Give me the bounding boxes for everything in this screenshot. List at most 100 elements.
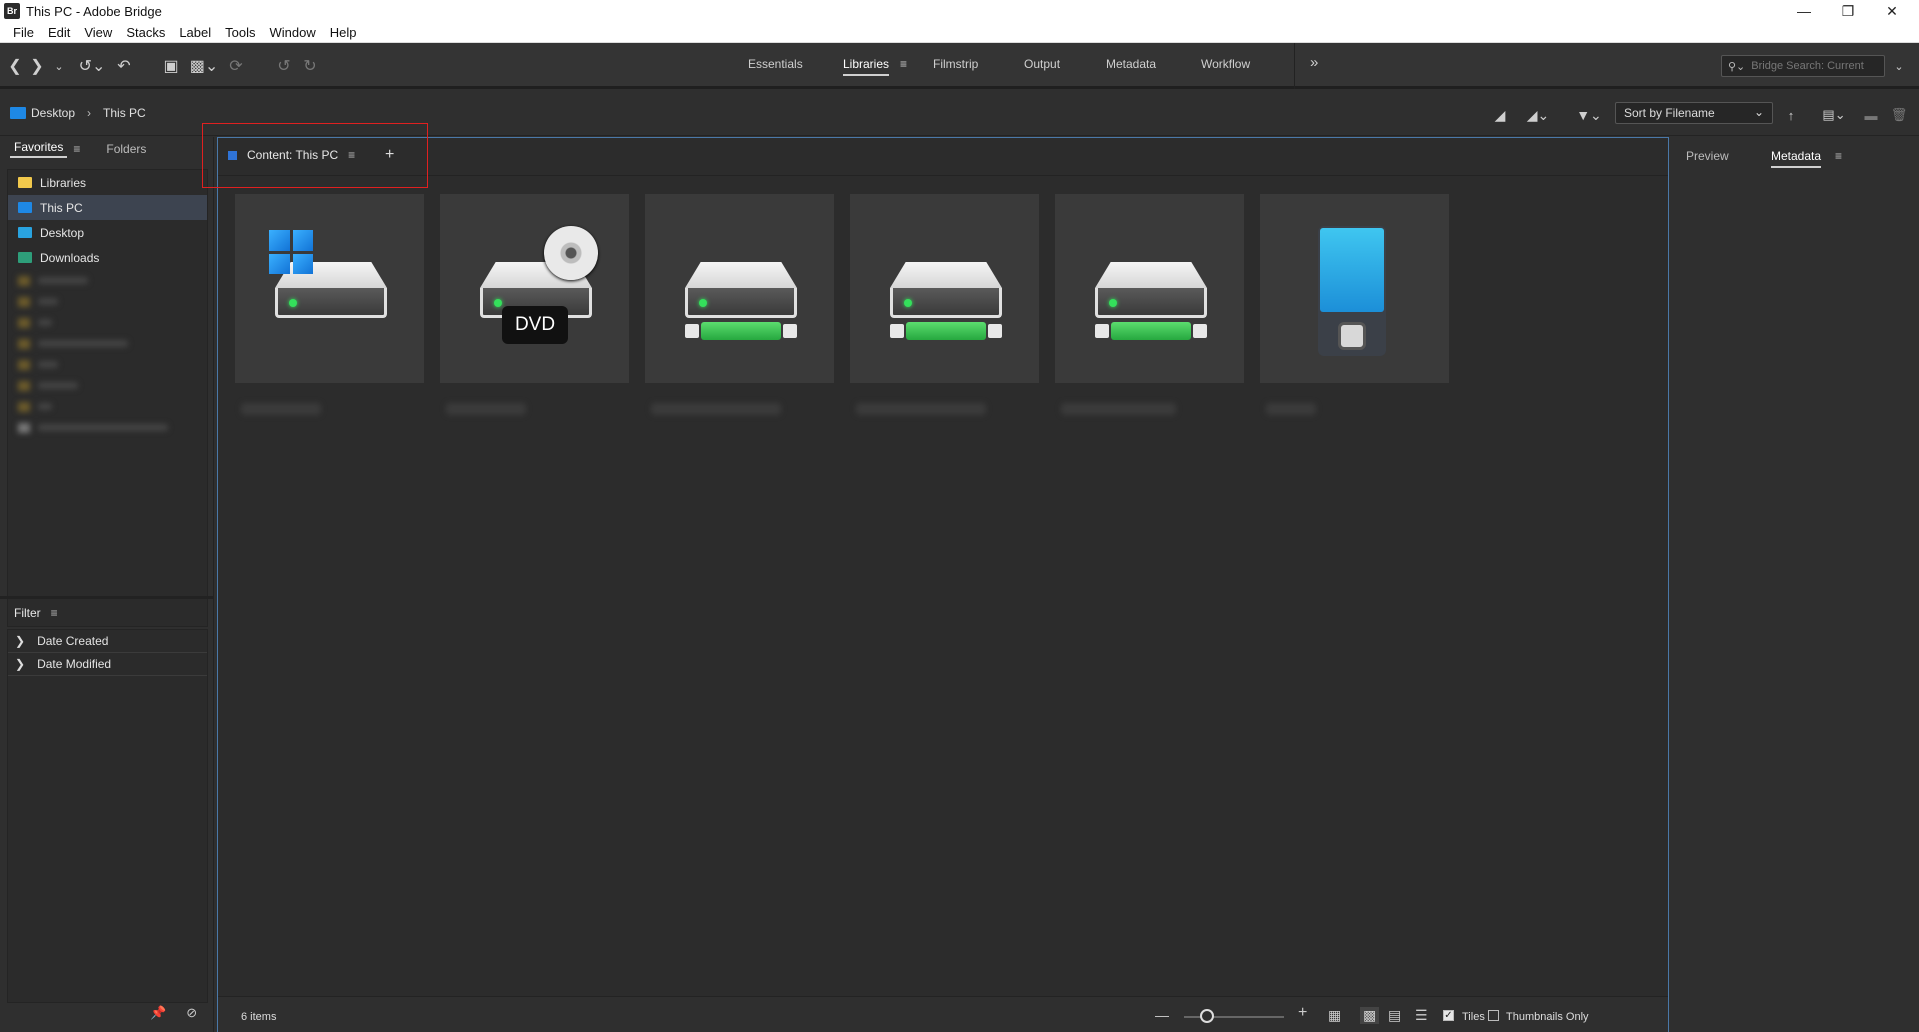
open-recent-icon[interactable]: ▤⌄ xyxy=(1818,104,1850,126)
recent-dropdown-icon[interactable]: ⌄ xyxy=(52,55,66,77)
menu-file[interactable]: File xyxy=(6,25,41,40)
content-tab-menu-icon[interactable]: ≡ xyxy=(348,148,355,162)
menu-view[interactable]: View xyxy=(77,25,119,40)
workspace-metadata[interactable]: Metadata xyxy=(1106,57,1156,71)
workspace-essentials[interactable]: Essentials xyxy=(748,57,803,71)
quality-icon[interactable]: ◢ xyxy=(1490,104,1510,126)
tab-content-this-pc[interactable]: Content: This PC ≡ xyxy=(228,148,355,162)
favorite-desktop[interactable]: Desktop xyxy=(8,220,207,245)
tab-folders[interactable]: Folders xyxy=(102,142,150,156)
menu-label[interactable]: Label xyxy=(172,25,218,40)
filter-date-created[interactable]: ❯ Date Created xyxy=(8,630,207,653)
favorite-libraries[interactable]: Libraries xyxy=(8,170,207,195)
rotate-right-icon[interactable]: ↻ xyxy=(300,55,320,77)
desktop-icon xyxy=(18,227,32,238)
filter-list: ❯ Date Created ❯ Date Modified xyxy=(7,629,208,1003)
search-dropdown-icon[interactable]: ⌄ xyxy=(1890,55,1908,77)
trash-icon[interactable]: 🗑 xyxy=(1890,104,1908,126)
list-view-icon[interactable]: ☰ xyxy=(1415,1007,1428,1024)
thumbnails-only-label: Thumbnails Only xyxy=(1506,1011,1589,1023)
breadcrumb-desktop[interactable]: Desktop xyxy=(31,106,75,120)
zoom-out-icon[interactable]: — xyxy=(1155,1007,1169,1023)
grid-lock-icon[interactable]: ▦ xyxy=(1328,1007,1341,1024)
menu-tools[interactable]: Tools xyxy=(218,25,262,40)
search-box[interactable]: ⚲⌄ xyxy=(1721,55,1885,77)
thumbnail-view-icon[interactable]: ▩ xyxy=(1360,1007,1380,1024)
sort-select[interactable]: Sort by Filename ⌄ xyxy=(1615,102,1773,124)
tile-removable-drive[interactable] xyxy=(645,194,834,415)
thumbnails-only-checkbox[interactable] xyxy=(1488,1010,1499,1021)
back-icon[interactable]: ❮ xyxy=(6,55,24,77)
left-panel-tabs: Favorites ≡ Folders xyxy=(0,137,214,161)
filter-menu-icon[interactable]: ≡ xyxy=(51,606,58,620)
left-panel: Favorites ≡ Folders Libraries This PC De… xyxy=(0,137,214,1032)
zoom-slider-thumb[interactable] xyxy=(1200,1009,1214,1023)
rating-filter-icon[interactable]: ◢⌄ xyxy=(1522,104,1554,126)
refine-icon[interactable]: ▩⌄ xyxy=(188,55,220,77)
breadcrumb-this-pc[interactable]: This PC xyxy=(103,106,146,120)
disc-icon xyxy=(544,226,598,280)
content-grid: DVD xyxy=(235,194,1449,415)
breadcrumb: Desktop › This PC xyxy=(10,106,146,120)
favorite-downloads[interactable]: Downloads xyxy=(8,245,207,270)
search-icon: ⚲⌄ xyxy=(1728,60,1746,73)
clear-filter-icon[interactable]: ⊘ xyxy=(186,1005,197,1021)
details-view-icon[interactable]: ▤ xyxy=(1388,1007,1401,1024)
panel-menu-icon[interactable]: ≡ xyxy=(73,142,80,156)
minimize-icon[interactable]: — xyxy=(1782,0,1826,22)
menu-edit[interactable]: Edit xyxy=(41,25,77,40)
filter-date-modified[interactable]: ❯ Date Modified xyxy=(8,653,207,676)
metadata-menu-icon[interactable]: ≡ xyxy=(1835,149,1842,163)
filter-items-icon[interactable]: ▼⌄ xyxy=(1574,104,1604,126)
tiles-checkbox[interactable]: ✓ xyxy=(1443,1010,1454,1021)
menu-bar: File Edit View Stacks Label Tools Window… xyxy=(0,22,1919,43)
menu-help[interactable]: Help xyxy=(323,25,364,40)
workspace-filmstrip[interactable]: Filmstrip xyxy=(933,57,978,71)
filter-label: Date Created xyxy=(37,634,109,648)
tab-marker-icon xyxy=(228,150,237,160)
return-icon[interactable]: ↶ xyxy=(114,55,134,77)
menu-window[interactable]: Window xyxy=(263,25,323,40)
windows-drive-icon xyxy=(235,194,424,383)
new-folder-icon[interactable]: ▬ xyxy=(1862,104,1880,126)
favorite-label: This PC xyxy=(40,200,83,215)
forward-icon[interactable]: ❯ xyxy=(28,55,46,77)
search-input[interactable] xyxy=(1751,60,1882,72)
tab-favorites[interactable]: Favorites xyxy=(10,140,68,158)
workspace-overflow-icon[interactable]: » xyxy=(1310,54,1318,71)
camera-import-icon[interactable]: ▣ xyxy=(160,55,182,77)
add-tab-icon[interactable]: + xyxy=(385,146,394,164)
favorite-label: Downloads xyxy=(40,250,100,265)
tab-preview[interactable]: Preview xyxy=(1686,149,1729,163)
pin-icon[interactable]: 📌 xyxy=(150,1005,166,1021)
workspace-menu-icon[interactable]: ≡ xyxy=(900,57,907,71)
removable-drive-icon xyxy=(645,194,834,383)
tile-removable-drive[interactable] xyxy=(1055,194,1244,415)
right-panel: Preview Metadata ≡ xyxy=(1670,137,1919,1032)
zoom-in-icon[interactable]: + xyxy=(1298,1004,1307,1022)
tile-label-blurred xyxy=(856,403,986,415)
favorite-this-pc[interactable]: This PC xyxy=(8,195,207,220)
restore-icon[interactable]: ❐ xyxy=(1826,0,1870,22)
sort-direction-icon[interactable]: ↑ xyxy=(1782,104,1800,126)
zoom-slider-track[interactable] xyxy=(1184,1016,1284,1018)
close-icon[interactable]: ✕ xyxy=(1870,0,1914,22)
workspace-libraries[interactable]: Libraries xyxy=(843,57,890,76)
dvd-drive-icon: DVD xyxy=(440,194,629,383)
workspace-workflow[interactable]: Workflow xyxy=(1201,57,1250,71)
tile-local-disk[interactable] xyxy=(235,194,424,415)
rotate-sync-icon[interactable]: ⟳ xyxy=(226,55,246,77)
blurred-folder-row xyxy=(8,396,207,417)
rotate-left-icon[interactable]: ↺ xyxy=(274,55,294,77)
tile-dvd-drive[interactable]: DVD xyxy=(440,194,629,415)
content-panel: Content: This PC ≡ + DVD 6 items — + ▦ ▩… xyxy=(217,137,1669,1032)
menu-stacks[interactable]: Stacks xyxy=(119,25,172,40)
tile-phone-device[interactable] xyxy=(1260,194,1449,415)
history-icon[interactable]: ↺⌄ xyxy=(76,55,108,77)
tile-removable-drive[interactable] xyxy=(850,194,1039,415)
tile-label-blurred xyxy=(1061,403,1176,415)
tile-label-blurred xyxy=(1266,403,1316,415)
tab-metadata[interactable]: Metadata xyxy=(1771,149,1822,168)
workspace-output[interactable]: Output xyxy=(1024,57,1060,71)
sort-label: Sort by Filename xyxy=(1624,106,1715,120)
